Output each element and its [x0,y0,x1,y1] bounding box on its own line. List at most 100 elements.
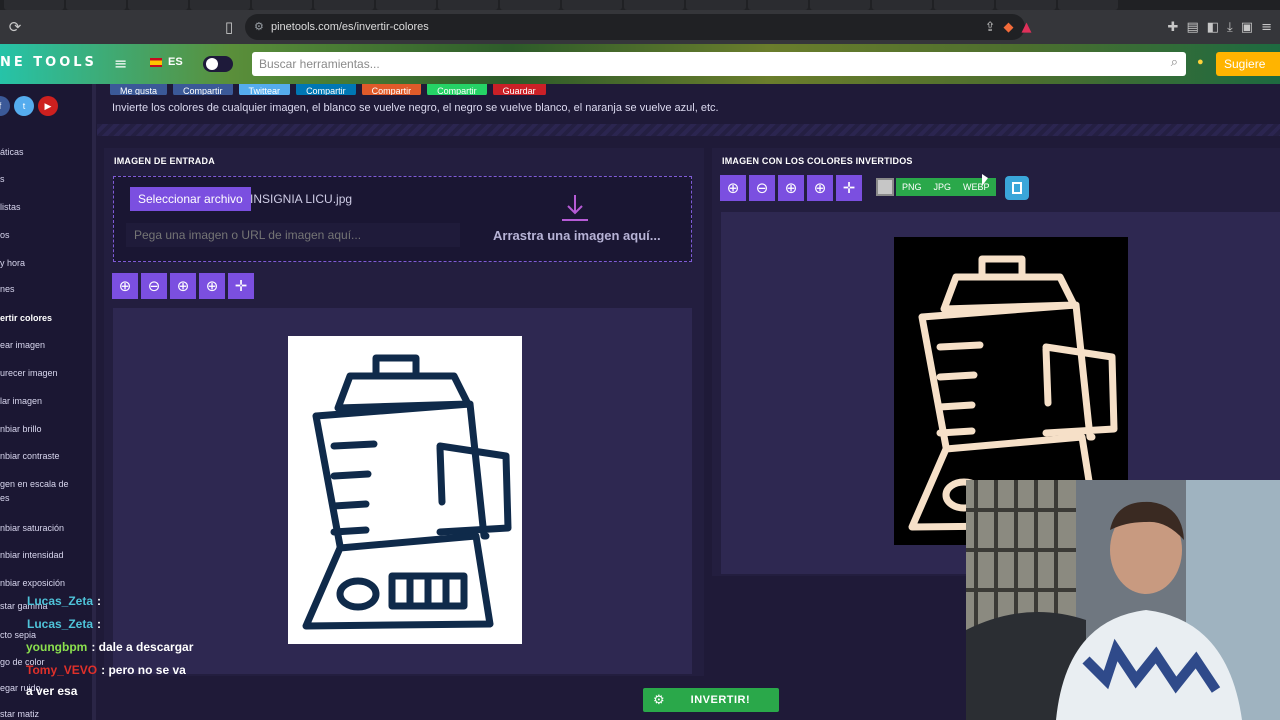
chat-username: youngbpm [26,640,88,654]
output-zoom-controls: ⊕ ⊖ ⊕ ⊕ ✛ [720,175,862,201]
facebook-icon[interactable]: f [0,96,10,116]
sidebar-item[interactable]: es [0,493,10,503]
zoom-out-icon[interactable]: ⊖ [141,273,167,299]
browser-address-bar: ⟳ ▯ ⚙ pinetools.com/es/invertir-colores … [0,10,1280,44]
share-button[interactable]: Compartir [427,84,487,95]
hamburger-menu-icon[interactable]: ≡ [114,54,127,73]
chat-message: Lucas_Zeta: [27,594,101,608]
sidebar-item[interactable]: star matiz [0,709,39,719]
image-url-input[interactable] [126,223,460,247]
mouse-cursor-icon [982,174,988,186]
sidebar-item[interactable]: y hora [0,258,25,268]
save-jpg-button[interactable]: JPG [927,178,958,196]
select-file-button[interactable]: Seleccionar archivo [130,187,251,211]
tool-description: Invierte los colores de cualquier imagen… [112,102,719,114]
url-field[interactable]: ⚙ pinetools.com/es/invertir-colores [245,14,1025,40]
chat-text: : [97,594,102,608]
copy-image-button[interactable] [1005,176,1029,200]
search-input[interactable]: Buscar herramientas... ⌕ [252,52,1186,76]
sidebar-item[interactable]: ertir colores [0,313,52,323]
bookmark-icon[interactable]: ▯ [216,18,242,36]
sun-icon: ● [1197,56,1204,68]
sidebar-item[interactable]: s [0,174,5,184]
sidebar-icon[interactable]: ◧ [1207,20,1219,35]
share-button[interactable]: Compartir [173,84,233,95]
zoom-out-icon[interactable]: ⊖ [749,175,775,201]
share-button[interactable]: Guardar [492,84,546,95]
sidebar-item[interactable]: nbiar saturación [0,523,64,533]
sidebar-item[interactable]: listas [0,202,21,212]
copy-icon [1012,182,1022,194]
search-placeholder: Buscar herramientas... [259,57,380,71]
share-button[interactable]: Me gusta [110,84,168,95]
zoom-in-icon[interactable]: ⊕ [112,273,138,299]
site-info-icon[interactable]: ⚙ [254,20,264,33]
zoom-in-icon[interactable]: ⊕ [720,175,746,201]
share-icon[interactable]: ⇪ [985,20,996,35]
language-selector[interactable]: ES [150,56,183,68]
zoom-fit-icon[interactable]: ⊕ [778,175,804,201]
sidebar-item[interactable]: urecer imagen [0,368,58,378]
chat-message: Tomy_VEVO: pero no se va [26,663,186,677]
youtube-icon[interactable]: ▶ [38,96,58,116]
save-disk-icon [876,178,894,196]
drag-drop-text: Arrastra una imagen aquí... [493,228,661,243]
share-button[interactable]: Compartir [361,84,422,95]
brave-shield-icon[interactable]: ◆ [1004,20,1014,35]
divider [97,124,1280,136]
download-icon[interactable]: ⤓ [1227,20,1233,35]
save-webp-button[interactable]: WEBP [957,178,996,196]
blender-drawing [302,354,512,630]
share-button[interactable]: Compartir [296,84,356,95]
chat-text: : pero no se va [101,663,186,677]
reader-icon[interactable]: ▤ [1186,20,1198,35]
chat-username: Tomy_VEVO [26,663,98,677]
twitter-icon[interactable]: t [14,96,34,116]
dark-mode-toggle[interactable] [203,56,233,72]
sidebar-item[interactable]: nbiar contraste [0,451,60,461]
input-zoom-controls: ⊕ ⊖ ⊕ ⊕ ✛ [112,273,254,299]
spain-flag-icon [150,57,162,67]
social-links: f t ▶ [0,96,58,116]
save-png-button[interactable]: PNG [896,178,928,196]
menu-icon[interactable]: ≡ [1261,20,1272,35]
sidebar-item[interactable]: nes [0,284,15,294]
share-button[interactable]: Twittear [238,84,291,95]
sidebar-item[interactable]: lar imagen [0,396,42,406]
selected-file-name: INSIGNIA LICU.jpg [250,192,353,206]
sidebar-item[interactable]: gen en escala de [0,479,69,489]
sidebar-item[interactable]: nbiar exposición [0,578,65,588]
webcam-overlay [966,480,1280,720]
extensions-icon[interactable]: ✚ [1168,20,1179,35]
sidebar-item[interactable]: nbiar intensidad [0,550,64,560]
zoom-reset-icon[interactable]: ⊕ [807,175,833,201]
chat-text: : dale a descargar [91,640,194,654]
sidebar-item[interactable]: nbiar brillo [0,424,42,434]
brave-rewards-icon[interactable]: ▲ [1022,20,1032,35]
sidebar-item[interactable]: ear imagen [0,340,45,350]
reload-icon[interactable]: ⟳ [2,18,28,36]
wallet-icon[interactable]: ▣ [1241,20,1253,35]
zoom-reset-icon[interactable]: ⊕ [199,273,225,299]
move-icon[interactable]: ✛ [836,175,862,201]
share-bar: Me gusta Compartir Twittear Compartir Compar… [110,84,546,95]
image-dropzone[interactable]: Seleccionar archivo INSIGNIA LICU.jpg Ar… [113,176,692,262]
chat-username: Lucas_Zeta [27,594,94,608]
sidebar-item[interactable]: os [0,230,10,240]
suggest-button[interactable]: Sugiere [1216,52,1280,76]
search-icon[interactable]: ⌕ [1171,55,1178,70]
input-panel-title: IMAGEN DE ENTRADA [114,156,215,166]
site-logo[interactable]: NE TOOLS [0,55,97,70]
browser-tab-strip[interactable] [0,0,1280,10]
move-icon[interactable]: ✛ [228,273,254,299]
chat-message: Lucas_Zeta: [27,617,101,631]
zoom-fit-icon[interactable]: ⊕ [170,273,196,299]
invert-button[interactable]: ⚙ INVERTIR! [643,688,779,712]
url-text: pinetools.com/es/invertir-colores [271,21,429,33]
chat-message: youngbpm: dale a descargar [26,640,193,654]
output-panel-title: IMAGEN CON LOS COLORES INVERTIDOS [722,156,913,166]
sidebar-item[interactable]: áticas [0,147,24,157]
chat-username: Lucas_Zeta [27,617,94,631]
sidebar-item[interactable]: cto sepia [0,630,36,640]
input-image[interactable] [288,336,522,644]
